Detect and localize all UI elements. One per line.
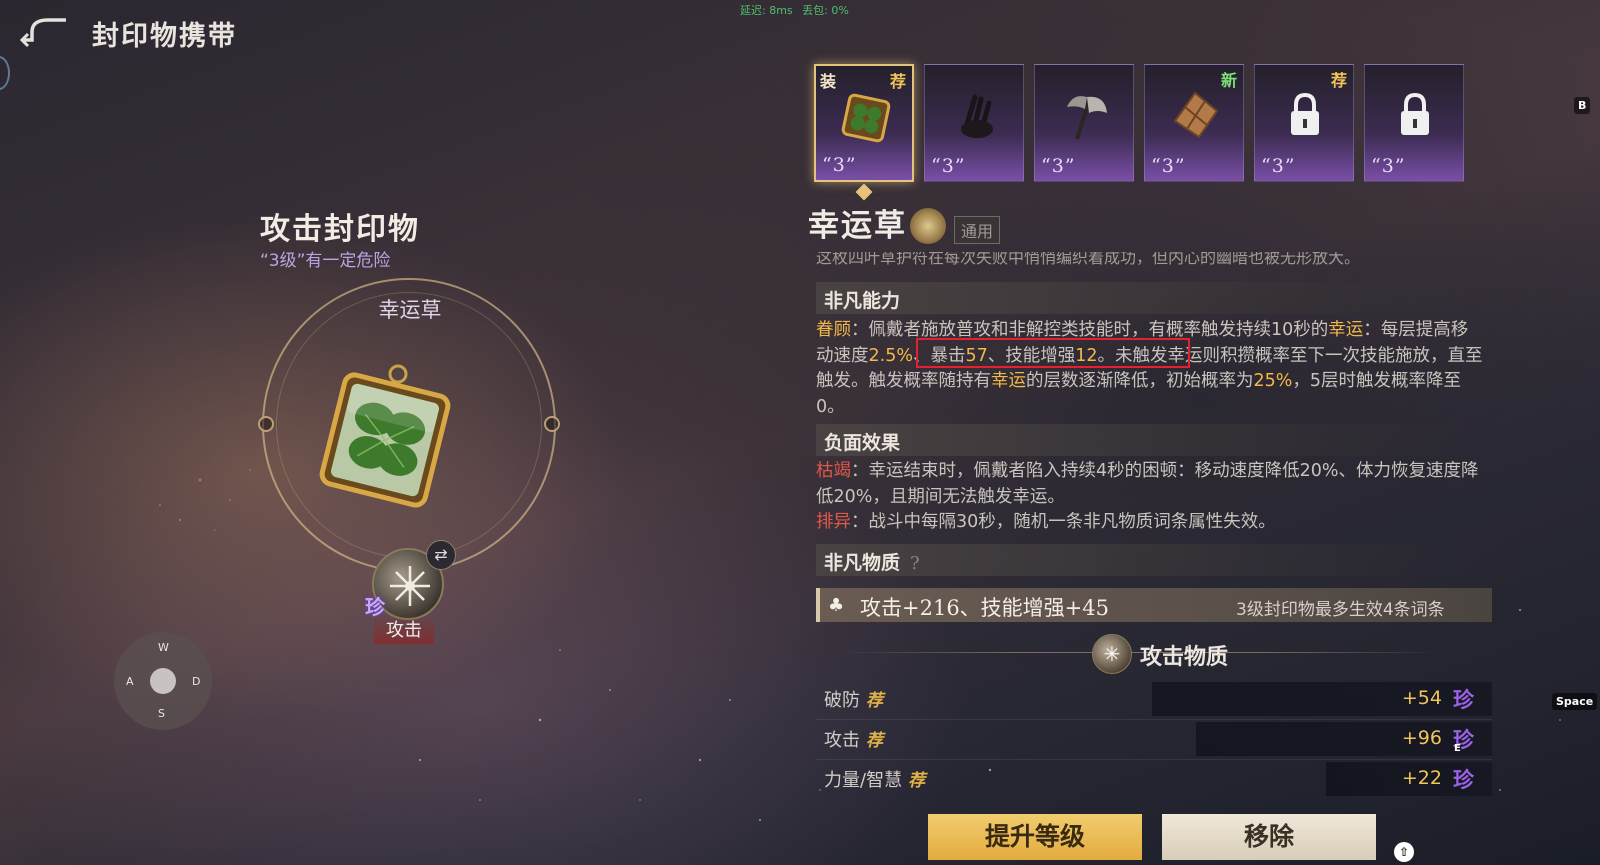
- attribute-label: 力量/智慧: [824, 770, 903, 791]
- seal-card-5-locked[interactable]: 荐 “3”: [1254, 64, 1354, 182]
- card-level: “3”: [1261, 155, 1296, 177]
- back-arrow-icon[interactable]: [20, 14, 72, 48]
- card-level: “3”: [1151, 155, 1186, 177]
- negative-effect-1: 枯竭：幸运结束时，佩戴者陷入持续4秒的困顿：移动速度降低20%、体力恢复速度降低…: [816, 459, 1484, 510]
- attribute-name: 破防荐: [824, 686, 883, 712]
- negative-text: ：幸运结束时，佩戴者陷入持续4秒的困顿：移动速度降低20%、体力恢复速度降低20…: [816, 461, 1479, 507]
- clover-pendant-icon: [319, 364, 451, 508]
- ring-node-right: [544, 416, 560, 432]
- luck-keyword: 幸运: [991, 371, 1026, 391]
- joystick-knob[interactable]: [150, 668, 176, 694]
- up-arrow-icon[interactable]: ⇧: [1394, 842, 1414, 862]
- attribute-label: 攻击: [824, 730, 860, 751]
- negative-section-title: 负面效果: [824, 432, 901, 454]
- card-level: “3”: [931, 155, 966, 177]
- ring-item-name: 幸运草: [378, 298, 442, 322]
- dark-claw-icon: [961, 94, 993, 138]
- joystick-key-d: D: [192, 675, 201, 688]
- attribute-value: +96: [1401, 727, 1442, 749]
- attribute-label: 破防: [824, 690, 860, 711]
- negative-keyword: 排异: [816, 512, 851, 532]
- key-hint-b: B: [1574, 97, 1591, 114]
- lore-text-clipped: 这枚四叶草护符在每次失败中悄悄编织着成功，但内心的幽暗也被无形放大。: [816, 252, 1361, 266]
- attribute-name: 攻击荐: [824, 726, 883, 752]
- key-hint-space: Space: [1552, 693, 1598, 710]
- ability-description: 眷顾：佩戴者施放普攻和非解控类技能时，有概率触发持续10秒的幸运：每层提高移动速…: [816, 318, 1484, 420]
- parcel-icon: [1173, 91, 1219, 139]
- club-suit-icon: ♣: [828, 595, 845, 616]
- latency-text: 延迟: 8ms: [740, 4, 793, 17]
- recommend-mark: 荐: [908, 771, 926, 791]
- remove-button[interactable]: 移除: [1162, 814, 1376, 860]
- negative-effect-2: 排异：战斗中每隔30秒，随机一条非凡物质词条属性失效。: [816, 510, 1484, 536]
- attribute-name: 力量/智慧荐: [824, 766, 925, 792]
- seal-card-1[interactable]: 装 荐 “3”: [814, 64, 914, 182]
- item-detail-name: 幸运草: [808, 208, 907, 244]
- attribute-row: 破防荐 +54 珍: [816, 682, 1492, 716]
- attribute-value-bar: [1196, 722, 1492, 756]
- attack-burst-icon: ✳: [1092, 634, 1132, 674]
- matter-title-text: 非凡物质: [824, 552, 901, 574]
- help-icon[interactable]: ?: [910, 553, 920, 574]
- ability-text: 的层数逐渐降低，初始概率为: [1026, 371, 1254, 391]
- equipped-tag: 装: [820, 72, 837, 91]
- ability-keyword: 眷顾: [816, 320, 851, 340]
- recommend-mark: 荐: [866, 691, 883, 711]
- axe-icon: [1067, 94, 1107, 140]
- ability-text: ：佩戴者施放普攻和非解控类技能时，有概率触发持续10秒的: [851, 320, 1329, 340]
- packet-loss-text: 丢包: 0%: [802, 4, 849, 17]
- attribute-value: +22: [1401, 767, 1442, 789]
- speed-value: 2.5%: [868, 345, 913, 366]
- negative-text: ：战斗中每隔30秒，随机一条非凡物质词条属性失效。: [851, 512, 1276, 532]
- page-title: 封印物携带: [92, 21, 237, 52]
- matter-summary: 攻击+216、技能增强+45: [860, 596, 1109, 620]
- ability-text: 度: [851, 345, 869, 366]
- joystick-key-s: S: [158, 707, 165, 720]
- joystick-key-w: W: [158, 641, 169, 654]
- key-hint-e: E: [1454, 743, 1461, 754]
- card-level: “3”: [1371, 155, 1406, 177]
- seal-danger-subtitle: “3级”有一定危险: [260, 251, 391, 271]
- attribute-row: 攻击荐 +96 珍: [816, 722, 1492, 756]
- seal-type-title: 攻击封印物: [260, 212, 420, 247]
- upgrade-button[interactable]: 提升等级: [928, 814, 1142, 860]
- row-divider: [816, 719, 1492, 720]
- edge-ring-icon: [0, 56, 10, 90]
- joystick-key-a: A: [126, 675, 134, 688]
- ability-section-title: 非凡能力: [824, 290, 901, 312]
- swap-icon[interactable]: ⇄: [426, 540, 456, 570]
- initial-chance-value: 25%: [1253, 371, 1293, 391]
- seal-card-3[interactable]: “3”: [1034, 64, 1134, 182]
- network-status: 延迟: 8ms 丢包: 0%: [740, 2, 855, 18]
- negative-section-bar: [816, 424, 1476, 456]
- general-tag: 通用: [954, 216, 1001, 244]
- attack-matter-title: 攻击物质: [1140, 644, 1229, 670]
- lock-icon: [1291, 92, 1319, 135]
- card-level: “3”: [822, 154, 857, 176]
- card-level: “3”: [1041, 155, 1076, 177]
- category-label: 攻击: [374, 614, 434, 644]
- selected-card-indicator: [855, 183, 873, 201]
- rarity-mark: 珍: [1453, 687, 1474, 712]
- seal-card-6-locked[interactable]: “3”: [1364, 64, 1464, 182]
- rarity-mark: 珍: [1453, 767, 1474, 792]
- attribute-row: 力量/智慧荐 +22 珍: [816, 762, 1492, 796]
- new-tag: 新: [1220, 71, 1237, 90]
- luck-keyword: 幸运: [1328, 320, 1364, 340]
- seal-card-4[interactable]: 新 “3”: [1144, 64, 1244, 182]
- clover-pendant-icon: [841, 93, 891, 143]
- seal-card-2[interactable]: “3”: [924, 64, 1024, 182]
- ring-node-left: [258, 416, 274, 432]
- highlight-box: [916, 338, 1190, 368]
- row-divider: [816, 759, 1492, 760]
- recommend-mark: 荐: [866, 731, 883, 751]
- book-icon: [910, 208, 946, 244]
- attribute-value: +54: [1401, 687, 1442, 709]
- matter-section-title: 非凡物质?: [824, 548, 920, 575]
- matter-limit-note: 3级封印物最多生效4条词条: [1236, 600, 1445, 620]
- lock-icon: [1401, 92, 1429, 135]
- negative-keyword: 枯竭: [816, 461, 851, 481]
- ability-section-bar: [816, 282, 1476, 314]
- recommend-tag: 荐: [1330, 71, 1347, 90]
